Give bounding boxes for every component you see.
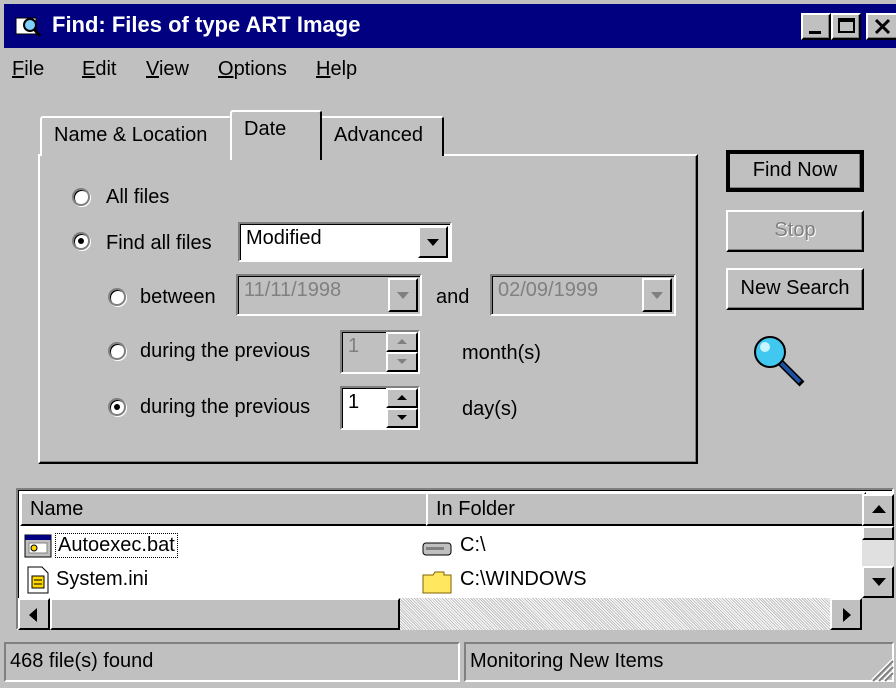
title-bar[interactable]: Find: Files of type ART Image [4, 4, 896, 48]
file-folder: C:\ [460, 534, 486, 556]
days-unit-label: day(s) [462, 398, 518, 420]
find-window: Find: Files of type ART Image File Edit … [0, 0, 896, 688]
previous-months-label[interactable]: during the previous [140, 340, 310, 363]
batch-file-icon [24, 534, 52, 558]
scrollbar-corner [862, 598, 894, 630]
and-label: and [436, 286, 470, 308]
months-unit-label: month(s) [462, 342, 541, 364]
up-arrow-icon [397, 395, 407, 400]
to-date-value: 02/09/1999 [498, 279, 599, 301]
months-value: 1 [348, 335, 360, 357]
column-header-name[interactable]: Name [20, 492, 428, 526]
menu-view[interactable]: View [146, 58, 189, 81]
close-icon [874, 18, 891, 35]
stop-button[interactable]: Stop [726, 210, 864, 252]
folder-icon [422, 571, 452, 594]
vertical-scroll-thumb[interactable] [862, 526, 894, 540]
previous-days-radio[interactable] [108, 398, 126, 416]
tab-date[interactable]: Date [230, 110, 322, 160]
find-all-files-label[interactable]: Find all files [106, 232, 212, 255]
previous-days-label[interactable]: during the previous [140, 396, 310, 419]
menu-bar: File Edit View Options Help [4, 52, 894, 88]
maximize-button[interactable] [831, 13, 861, 40]
find-now-button[interactable]: Find Now [726, 150, 864, 192]
menu-file[interactable]: File [12, 58, 44, 81]
table-row[interactable]: System.ini C:\WINDOWS [22, 566, 862, 598]
chevron-down-icon [651, 292, 663, 299]
from-date-dropdown-button[interactable] [388, 278, 418, 312]
spin-up-button[interactable] [386, 388, 418, 408]
maximize-icon [838, 18, 855, 33]
minimize-icon [809, 31, 821, 34]
spin-down-button[interactable] [386, 352, 418, 372]
column-header-folder[interactable]: In Folder [426, 492, 866, 526]
tab-name-location[interactable]: Name & Location [40, 116, 232, 156]
scroll-right-button[interactable] [830, 598, 862, 630]
tab-advanced[interactable]: Advanced [320, 116, 444, 156]
table-row[interactable]: Autoexec.bat C:\ [22, 532, 862, 564]
magnifier-icon [754, 336, 805, 387]
file-folder: C:\WINDOWS [460, 568, 587, 590]
scroll-down-button[interactable] [862, 566, 894, 598]
to-date-dropdown-button[interactable] [642, 278, 672, 312]
close-button[interactable] [866, 13, 896, 40]
months-spinner[interactable] [386, 332, 418, 372]
chevron-down-icon [397, 292, 409, 299]
left-arrow-icon [29, 608, 37, 622]
scroll-up-button[interactable] [862, 494, 894, 526]
chevron-down-icon [427, 239, 439, 246]
date-type-dropdown-button[interactable] [418, 226, 448, 258]
horizontal-scroll-thumb[interactable] [50, 598, 400, 630]
menu-edit[interactable]: Edit [82, 58, 116, 81]
file-name: System.ini [56, 568, 149, 590]
resize-grip-icon[interactable] [868, 656, 894, 682]
vertical-scrollbar[interactable] [862, 494, 894, 598]
all-files-radio[interactable] [72, 188, 90, 206]
spin-down-button[interactable] [386, 408, 418, 428]
scroll-left-button[interactable] [18, 598, 50, 630]
previous-months-radio[interactable] [108, 342, 126, 360]
menu-help[interactable]: Help [316, 58, 357, 81]
window-title: Find: Files of type ART Image [52, 12, 361, 37]
down-arrow-icon [397, 359, 407, 364]
days-value: 1 [348, 391, 360, 413]
horizontal-scrollbar[interactable] [18, 598, 862, 630]
date-type-value: Modified [246, 227, 322, 249]
drive-icon [422, 542, 452, 556]
minimize-button[interactable] [801, 13, 831, 40]
from-date-value: 11/11/1998 [244, 279, 342, 301]
new-search-button[interactable]: New Search [726, 268, 864, 310]
down-arrow-icon [397, 415, 407, 420]
file-name: Autoexec.bat [55, 533, 178, 558]
up-arrow-icon [872, 505, 886, 513]
between-label[interactable]: between [140, 286, 216, 309]
all-files-label[interactable]: All files [106, 186, 169, 209]
status-monitor: Monitoring New Items [464, 642, 894, 682]
right-arrow-icon [843, 608, 851, 622]
find-icon [15, 17, 42, 37]
ini-file-icon [27, 566, 49, 594]
menu-options[interactable]: Options [218, 58, 287, 81]
up-arrow-icon [397, 339, 407, 344]
status-count: 468 file(s) found [4, 642, 460, 682]
find-all-files-radio[interactable] [72, 232, 90, 250]
between-radio[interactable] [108, 288, 126, 306]
down-arrow-icon [872, 578, 886, 586]
spin-up-button[interactable] [386, 332, 418, 352]
days-spinner[interactable] [386, 388, 418, 428]
